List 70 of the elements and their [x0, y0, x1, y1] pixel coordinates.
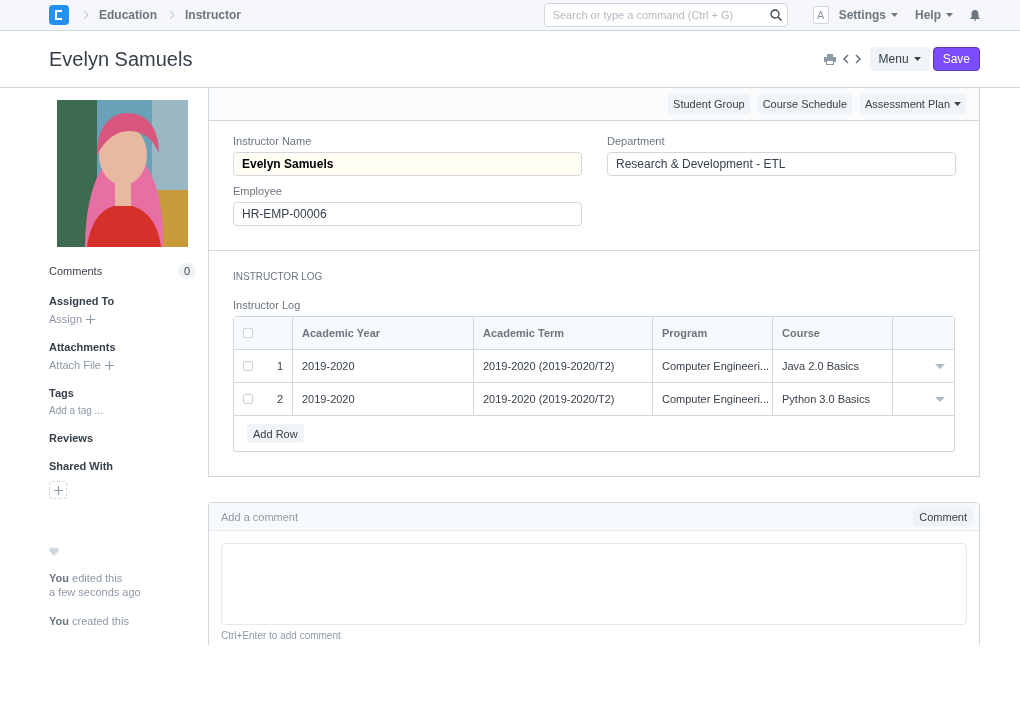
caret-icon: [946, 13, 953, 17]
input-field[interactable]: Research & Development - ETL: [607, 152, 956, 176]
toolbar-button[interactable]: Assessment Plan: [860, 94, 966, 114]
search-icon: [769, 9, 782, 21]
save-button[interactable]: Save: [932, 47, 980, 71]
navbar-menu[interactable]: Settings: [838, 8, 898, 22]
table-cell: Computer Engineeri...: [653, 383, 773, 415]
bell-icon[interactable]: [970, 9, 980, 21]
caret-icon: [913, 57, 921, 61]
dropdown-icon[interactable]: [935, 363, 945, 369]
input-field[interactable]: HR-EMP-00006: [233, 202, 582, 226]
table-label: Instructor Log: [233, 299, 302, 311]
table-cell: 2019-2020: [293, 383, 474, 415]
caret-icon: [954, 102, 961, 106]
menu-button[interactable]: Menu: [869, 47, 930, 71]
add-row-button[interactable]: Add Row: [247, 424, 304, 443]
printer-icon[interactable]: [823, 53, 836, 65]
field-label: Instructor Name: [233, 135, 313, 147]
table-cell: Java 2.0 Basics: [773, 350, 893, 382]
section-title: Reviews: [49, 432, 95, 444]
table-cell: Computer Engineeri...: [653, 350, 773, 382]
page-title: Evelyn Samuels: [49, 47, 194, 71]
column-header: Course: [773, 317, 893, 349]
heart-icon[interactable]: [49, 547, 59, 556]
comment-count: 0: [177, 263, 196, 279]
input-field[interactable]: Evelyn Samuels: [233, 152, 582, 176]
section-title: Attachments: [49, 341, 117, 353]
chevron-right-icon[interactable]: [854, 54, 862, 64]
section-title: Shared With: [49, 460, 115, 472]
timeline-text: You created this: [49, 614, 130, 628]
section-heading: INSTRUCTOR LOG: [233, 271, 324, 282]
table-cell: 2019-2020 (2019-2020/T2): [474, 383, 653, 415]
toolbar-button[interactable]: Course Schedule: [757, 94, 852, 114]
checkbox[interactable]: [243, 328, 253, 338]
timeline-time: a few seconds ago: [49, 585, 142, 599]
app-logo-icon[interactable]: [49, 5, 69, 25]
column-header: Academic Term: [474, 317, 653, 349]
caret-icon: [891, 13, 898, 17]
field-label: Employee: [233, 185, 283, 197]
plus-icon: [86, 314, 96, 324]
add-share-button[interactable]: [49, 481, 67, 499]
breadcrumb-link[interactable]: Instructor: [185, 8, 242, 22]
checkbox[interactable]: [243, 394, 253, 404]
chevron-right-icon: [83, 10, 89, 20]
navbar-menu[interactable]: Help: [915, 8, 953, 22]
search-field[interactable]: Search or type a command (Ctrl + G): [543, 3, 788, 27]
plus-icon: [53, 485, 63, 495]
column-header: Program: [653, 317, 773, 349]
hint-text: Ctrl+Enter to add comment: [221, 630, 342, 641]
comments-label: Comments: [49, 265, 103, 277]
table-cell: 2019-2020 (2019-2020/T2): [474, 350, 653, 382]
plus-icon: [104, 360, 114, 370]
checkbox[interactable]: [243, 361, 253, 371]
table-cell: Python 3.0 Basics: [773, 383, 893, 415]
toolbar-button[interactable]: Student Group: [668, 94, 750, 114]
chevron-left-icon[interactable]: [841, 54, 849, 64]
chevron-right-icon: [169, 10, 175, 20]
breadcrumb-link[interactable]: Education: [99, 8, 157, 22]
field-label: Department: [607, 135, 666, 147]
row-number: 1: [276, 360, 283, 372]
comment-title: Add a comment: [221, 510, 299, 523]
comment-field[interactable]: [221, 543, 967, 625]
section-title: Tags: [49, 387, 75, 399]
timeline-text: You edited this: [49, 571, 124, 585]
table-cell: 2019-2020: [293, 350, 474, 382]
dropdown-icon[interactable]: [935, 396, 945, 402]
row-number: 2: [276, 393, 283, 405]
column-header: Academic Year: [293, 317, 474, 349]
section-title: Assigned To: [49, 295, 116, 307]
comment-button[interactable]: Comment: [913, 507, 973, 526]
